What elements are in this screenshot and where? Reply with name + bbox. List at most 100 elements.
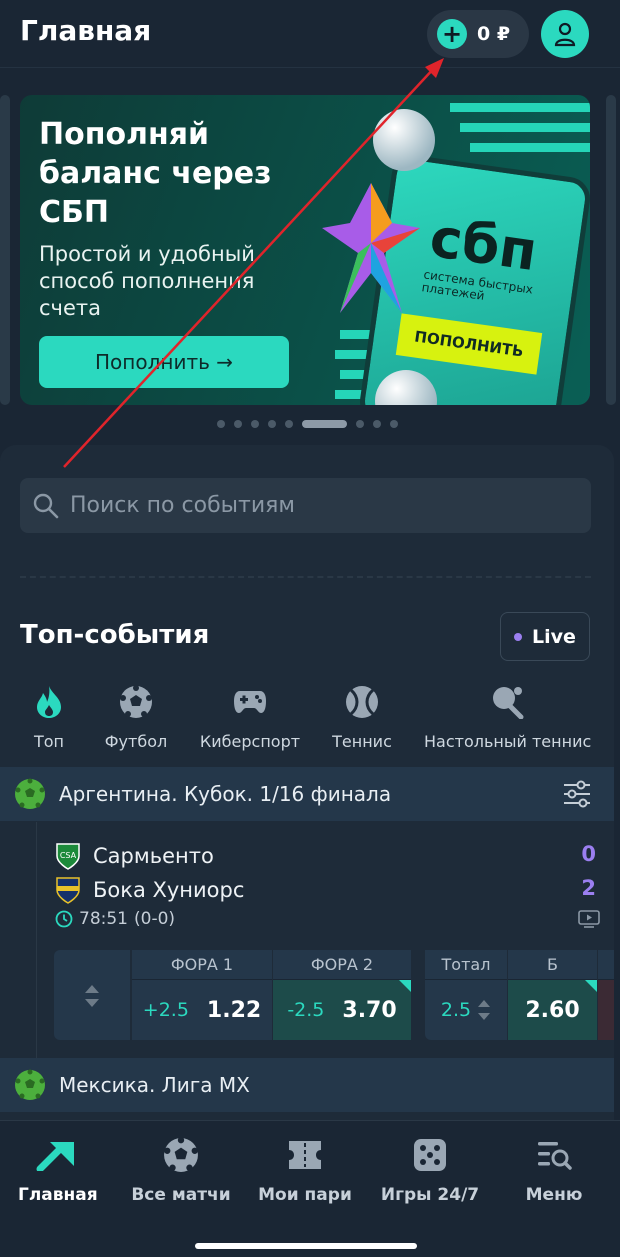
banner-subtitle: Простой и удобный способ пополнения счет… (39, 242, 255, 320)
carousel-dot[interactable] (373, 420, 381, 428)
carousel-dot[interactable] (251, 420, 259, 428)
carousel-dot[interactable] (390, 420, 398, 428)
decor-stripe (470, 143, 590, 152)
league-name: Мексика. Лига MX (59, 1073, 250, 1097)
nav-all-matches[interactable]: Все матчи (131, 1135, 231, 1205)
balance-button[interactable]: + 0 ₽ (427, 10, 529, 58)
search-placeholder: Поиск по событиям (70, 493, 295, 518)
banner-next-peek[interactable] (606, 95, 616, 405)
league-header[interactable]: Аргентина. Кубок. 1/16 финала (0, 767, 614, 821)
soccer-ball-icon (15, 778, 45, 809)
ticket-icon (289, 1141, 321, 1169)
gamepad-icon (234, 691, 266, 713)
carousel-dot[interactable] (302, 420, 347, 428)
odd-value: -2.5 3.70 (273, 980, 411, 1040)
tab-label: Футбол (104, 732, 168, 751)
banner-prev-peek[interactable] (0, 95, 10, 405)
decor-stripe (450, 103, 590, 112)
divider (20, 576, 591, 578)
handicap: -2.5 (287, 999, 325, 1021)
league-name: Аргентина. Кубок. 1/16 финала (59, 782, 392, 806)
odd-fora2[interactable]: ФОРА 2 -2.5 3.70 (273, 950, 411, 1040)
live-filter-button[interactable]: Live (500, 612, 590, 661)
soccer-ball-icon (164, 1137, 198, 1172)
tab-table-tennis[interactable]: Настольный теннис (424, 682, 592, 751)
balance-amount: 0 ₽ (477, 23, 511, 45)
dice-icon (414, 1139, 446, 1171)
team-crest-icon (56, 877, 80, 904)
video-stream-icon[interactable] (578, 910, 600, 928)
tab-esports[interactable]: Киберспорт (199, 682, 301, 751)
soccer-ball-icon (15, 1069, 45, 1100)
nav-games[interactable]: Игры 24/7 (378, 1135, 482, 1205)
match-time: 78:51 (0-0) (55, 909, 175, 929)
app-header: Главная + 0 ₽ (0, 0, 620, 68)
nav-label: Мои пари (258, 1185, 352, 1205)
tab-football[interactable]: Футбол (103, 682, 169, 751)
odd-header: ФОРА 1 (132, 950, 272, 980)
carousel-dot[interactable] (234, 420, 242, 428)
live-dot-icon (514, 632, 523, 641)
svg-text:CSA: CSA (60, 851, 77, 860)
team-row: Бока Хуниорс (55, 876, 244, 904)
team-row: CSA Сармьенто (55, 842, 214, 870)
live-label: Live (532, 625, 576, 648)
expand-markets-button[interactable] (54, 950, 130, 1040)
carousel-dot[interactable] (285, 420, 293, 428)
odds-row: ФОРА 1 +2.5 1.22 ФОРА 2 -2.5 3.70 Тотал … (54, 950, 614, 1040)
nav-label: Все матчи (131, 1185, 231, 1205)
home-arrow-icon (36, 1142, 74, 1171)
user-icon (554, 22, 576, 47)
tab-label: Настольный теннис (424, 732, 592, 751)
menu-search-icon (538, 1142, 572, 1170)
sort-arrows-icon (85, 985, 99, 1007)
tab-tennis[interactable]: Теннис (331, 682, 393, 751)
nav-label: Меню (525, 1185, 583, 1205)
team2-score: 2 (581, 876, 596, 900)
odd-value: 2.5 (425, 980, 507, 1040)
league-header[interactable]: Мексика. Лига MX (0, 1058, 614, 1112)
plus-icon: + (437, 19, 467, 49)
tab-label: Киберспорт (199, 732, 301, 751)
handicap: +2.5 (142, 999, 189, 1021)
promo-banner[interactable]: сбп система быстрых платежей ПОПОЛНИТЬ П… (20, 95, 590, 405)
banner-topup-button[interactable]: Пополнить → (39, 336, 289, 388)
page-title: Главная (20, 14, 152, 47)
carousel-dot[interactable] (217, 420, 225, 428)
odd-over[interactable]: Б 2.60 (508, 950, 597, 1040)
carousel-dot[interactable] (268, 420, 276, 428)
sbp-star-icon (322, 183, 420, 313)
search-input[interactable]: Поиск по событиям (20, 478, 591, 533)
tab-top[interactable]: Топ (24, 682, 74, 751)
soccer-ball-icon (120, 685, 152, 718)
odd-value: +2.5 1.22 (132, 980, 272, 1040)
odd-change-up-icon (399, 980, 411, 992)
odd-under-peek[interactable] (598, 950, 614, 1040)
tab-label: Топ (33, 732, 65, 751)
odd-change-up-icon (585, 980, 597, 992)
coefficient: 1.22 (206, 997, 262, 1023)
team2-name: Бока Хуниорс (93, 878, 245, 902)
profile-button[interactable] (541, 10, 589, 58)
tab-label: Теннис (332, 732, 392, 751)
search-icon (33, 493, 59, 518)
stepper-arrows-icon (478, 1000, 491, 1020)
team1-score: 0 (581, 842, 596, 866)
carousel-dots (217, 420, 398, 428)
tennis-ball-icon (346, 686, 378, 718)
nav-my-bets[interactable]: Мои пари (257, 1135, 353, 1205)
nav-home[interactable]: Главная (18, 1135, 98, 1205)
coefficient: 2.60 (525, 997, 580, 1023)
filter-icon[interactable] (562, 779, 592, 809)
odd-header (598, 950, 614, 980)
arrow-coin-icon (373, 109, 435, 171)
team-crest-icon: CSA (56, 843, 80, 870)
nav-menu[interactable]: Меню (520, 1135, 588, 1205)
total-value: 2.5 (440, 999, 472, 1021)
total-line-selector[interactable]: Тотал 2.5 (425, 950, 507, 1040)
match-clock: 78:51 (79, 909, 128, 929)
bottom-navigation: Главная Все матчи Мои пари Игры 24/7 Мен… (0, 1120, 620, 1257)
carousel-dot[interactable] (356, 420, 364, 428)
odd-fora1[interactable]: ФОРА 1 +2.5 1.22 (132, 950, 272, 1040)
nav-label: Главная (18, 1185, 98, 1205)
